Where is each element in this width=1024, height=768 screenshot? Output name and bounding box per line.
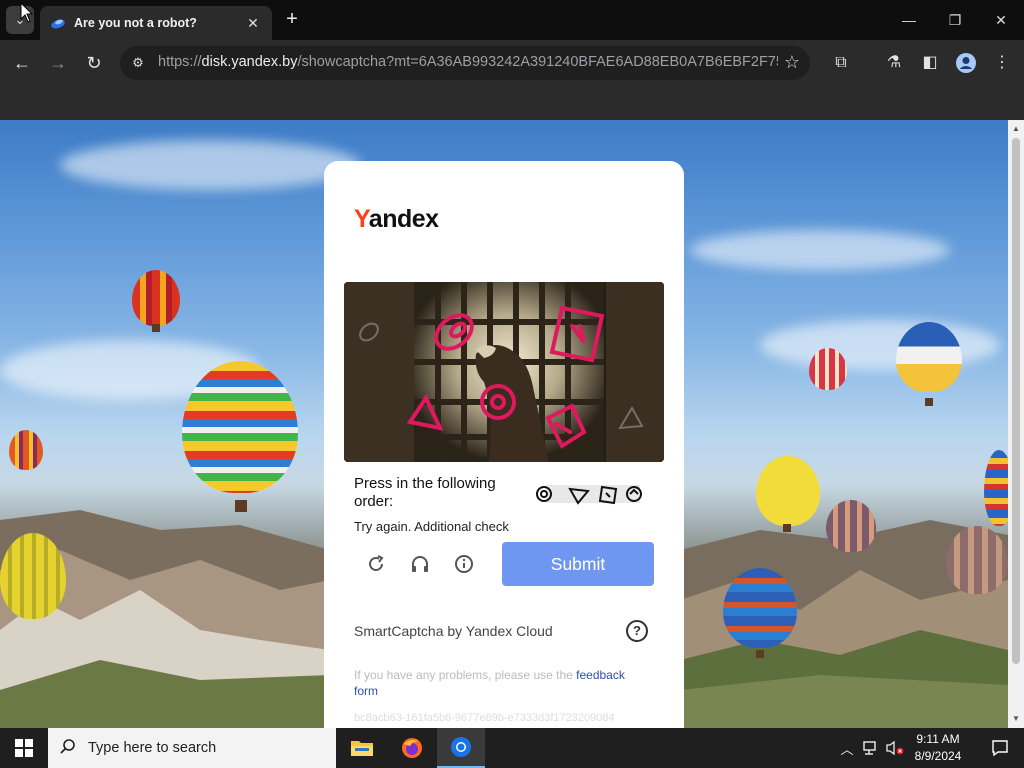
url-scheme: https:// (158, 54, 202, 70)
restore-button[interactable]: ❐ (940, 8, 970, 32)
balloon-basket (783, 524, 791, 532)
scroll-down-arrow-icon[interactable]: ▼ (1011, 714, 1021, 724)
network-icon[interactable] (860, 728, 882, 768)
bookmark-star-icon[interactable]: ☆ (784, 52, 800, 73)
url-path: /showcaptcha?mt=6A36AB993242A391240BFAE6… (297, 54, 778, 70)
yandex-logo: Yandex (354, 205, 439, 234)
profile-avatar-icon[interactable] (953, 50, 979, 76)
more-menu-icon[interactable]: ⋮ (989, 50, 1015, 76)
search-placeholder: Type here to search (88, 740, 217, 756)
hot-air-balloon (9, 430, 43, 470)
close-tab-icon[interactable]: ✕ (244, 15, 262, 32)
refresh-icon (369, 555, 384, 571)
system-clock[interactable]: 9:11 AM 8/9/2024 (906, 731, 970, 765)
side-panel-icon[interactable]: ◧ (917, 50, 943, 76)
hot-air-balloon (896, 322, 962, 392)
back-button[interactable]: ← (9, 50, 35, 76)
chrome-taskbar-button[interactable] (437, 728, 485, 768)
mouse-cursor-icon (20, 2, 34, 23)
bookmark-bar (0, 86, 1024, 120)
browser-titlebar: ⌄ Are you not a robot? ✕ + — ❐ ✕ (0, 0, 1024, 40)
reload-button[interactable]: ↻ (81, 50, 107, 76)
browser-toolbar: ← → ↻ ⚙ https://disk.yandex.by/showcaptc… (0, 40, 1024, 86)
help-question-icon[interactable]: ? (626, 620, 648, 642)
browser-tab-active[interactable]: Are you not a robot? ✕ (40, 6, 272, 40)
logo-rest: andex (368, 205, 439, 233)
captcha-status-text: Try again. Additional check (354, 519, 509, 534)
scroll-thumb[interactable] (1012, 138, 1020, 664)
captcha-image[interactable] (344, 282, 664, 462)
minimize-button[interactable]: — (894, 8, 924, 32)
yandex-favicon-icon (51, 19, 65, 29)
problems-notice: If you have any problems, please use the… (354, 667, 644, 699)
folder-icon (351, 741, 373, 756)
scroll-up-arrow-icon[interactable]: ▲ (1011, 124, 1021, 134)
clock-time: 9:11 AM (916, 732, 960, 746)
smartcaptcha-brand: SmartCaptcha by Yandex Cloud (354, 623, 553, 639)
hot-air-balloon (723, 568, 797, 648)
hot-air-balloon (984, 450, 1008, 526)
page-scrollbar[interactable]: ▲ ▼ (1008, 120, 1024, 728)
captcha-image-art (344, 282, 664, 462)
url-host: disk.yandex.by (201, 54, 298, 70)
windows-taskbar: Type here to search ︿ 9:11 AM 8/9/2024 (0, 728, 1024, 768)
hot-air-balloon (132, 270, 180, 326)
firefox-taskbar-button[interactable] (388, 728, 436, 768)
info-icon (455, 555, 473, 573)
firefox-icon (402, 738, 422, 758)
balloon-basket (925, 398, 933, 406)
headphones-icon (412, 556, 428, 572)
url-text[interactable]: https://disk.yandex.by/showcaptcha?mt=6A… (158, 54, 778, 70)
notification-center-icon[interactable] (976, 728, 1024, 768)
volume-muted-icon[interactable] (884, 728, 906, 768)
problems-text: If you have any problems, please use the (354, 668, 577, 682)
new-tab-button[interactable]: + (282, 8, 302, 32)
hot-air-balloon (809, 348, 847, 390)
file-explorer-taskbar-button[interactable] (338, 728, 386, 768)
clock-date: 8/9/2024 (914, 749, 962, 763)
balloon-basket (152, 324, 160, 332)
captcha-order-strip (536, 485, 642, 505)
search-icon (48, 738, 88, 759)
logo-first-letter: Y (354, 205, 369, 233)
windows-logo-icon (15, 739, 33, 757)
show-hidden-icons-icon[interactable]: ︿ (838, 728, 856, 768)
taskbar-search-box[interactable]: Type here to search (48, 728, 336, 768)
cloud (760, 320, 1000, 370)
address-bar[interactable]: ⚙ https://disk.yandex.by/showcaptcha?mt=… (120, 46, 810, 80)
request-id-text: bc8acb63-161fa5b6-9677e89b-e7333d3f17232… (354, 712, 615, 724)
captcha-instruction: Press in the following order: (354, 475, 496, 510)
balloon-basket (756, 650, 764, 658)
cloud (690, 230, 950, 270)
captcha-info-button[interactable] (449, 549, 479, 579)
chrome-icon (451, 737, 471, 757)
extensions-icon[interactable]: ⧉ (828, 50, 854, 76)
hot-air-balloon (946, 526, 1008, 594)
balloon-basket (235, 500, 247, 512)
start-button[interactable] (0, 728, 48, 768)
captcha-card: Yandex Press in the following order: Try… (324, 161, 684, 741)
site-info-icon[interactable]: ⚙ (128, 53, 148, 73)
close-window-button[interactable]: ✕ (986, 8, 1016, 32)
hot-air-balloon (826, 500, 876, 552)
hot-air-balloon (756, 456, 820, 526)
tab-title: Are you not a robot? (74, 16, 197, 30)
cloud (60, 140, 360, 190)
forward-button[interactable]: → (45, 50, 71, 76)
submit-button[interactable]: Submit (502, 542, 654, 586)
refresh-captcha-button[interactable] (361, 549, 391, 579)
hot-air-balloon (0, 533, 66, 619)
audio-captcha-button[interactable] (405, 549, 435, 579)
labs-flask-icon[interactable]: ⚗ (881, 50, 907, 76)
hot-air-balloon (182, 361, 298, 493)
